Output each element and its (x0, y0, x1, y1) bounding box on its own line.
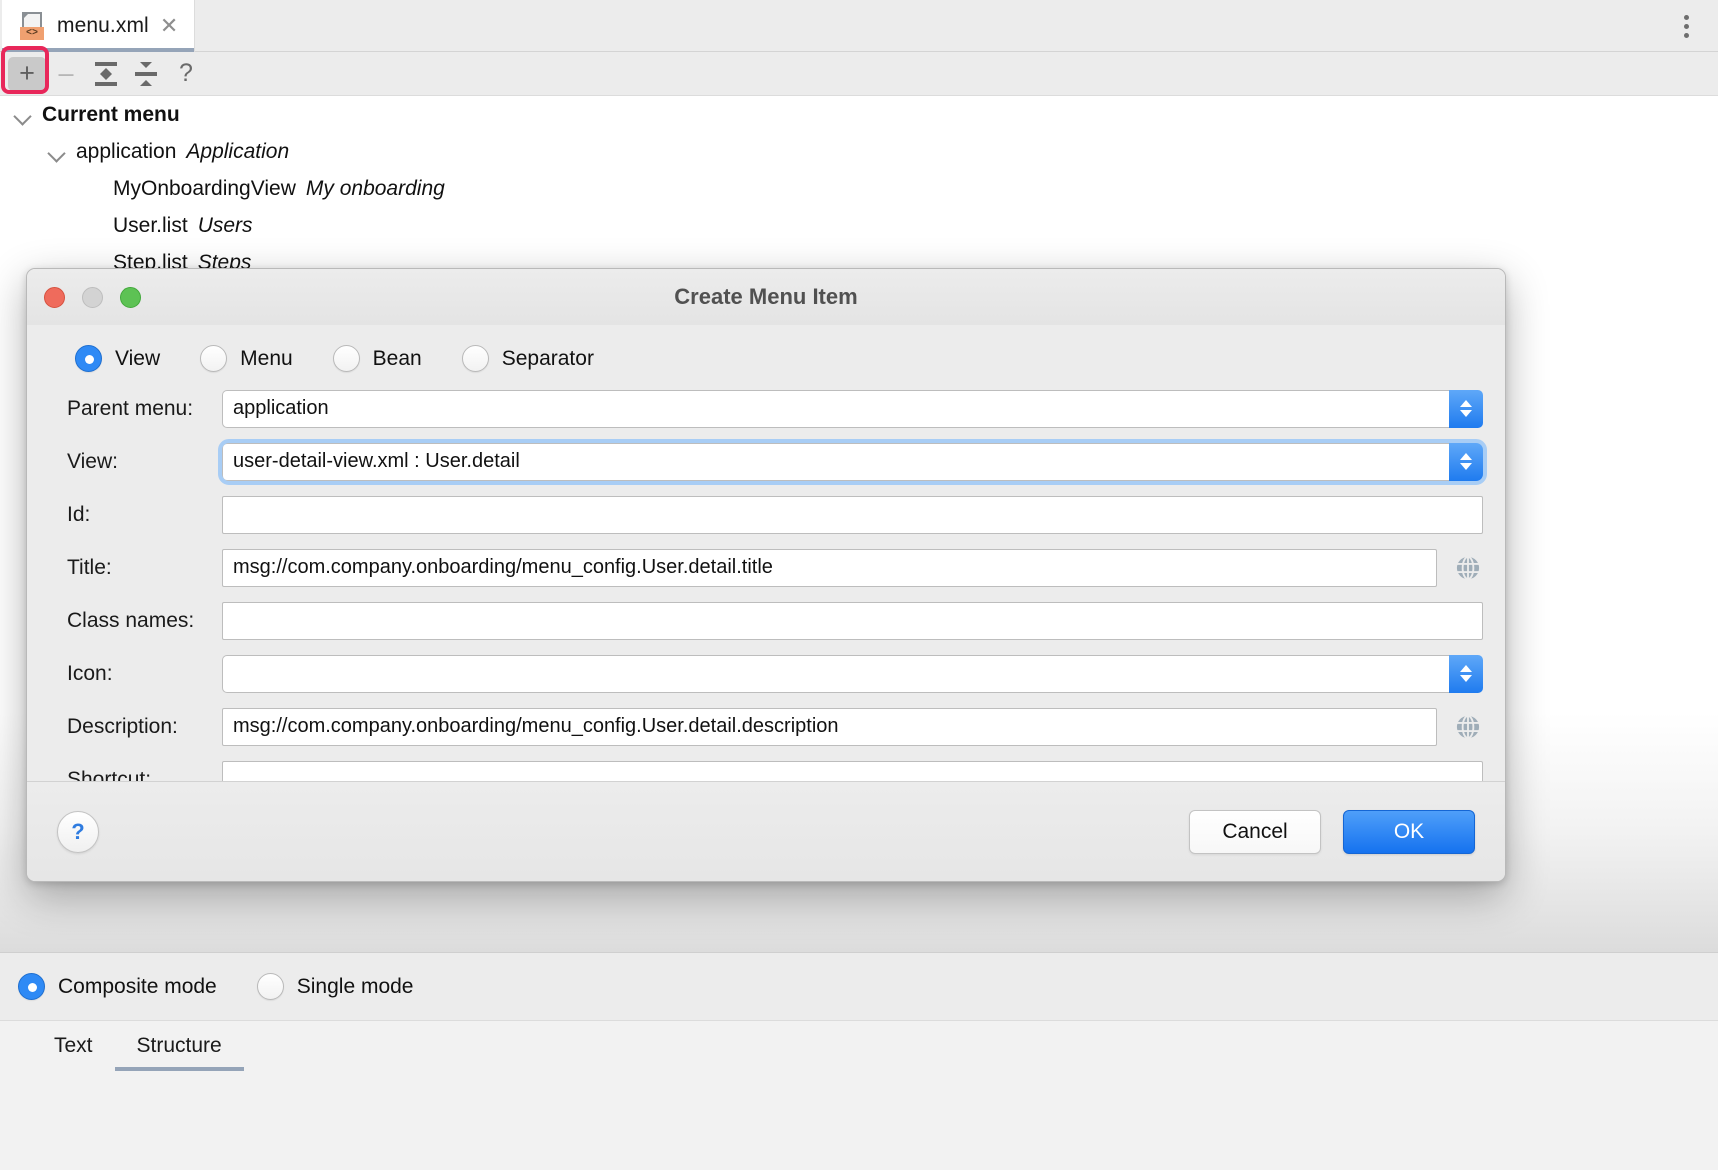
parent-menu-dropdown-stepper[interactable] (1449, 389, 1483, 428)
chevron-up-icon (1460, 400, 1472, 407)
ok-button[interactable]: OK (1343, 809, 1475, 854)
icon-dropdown-stepper[interactable] (1449, 654, 1483, 693)
bottom-tab-bar: Text Structure (0, 1020, 1718, 1170)
add-menu-item-button[interactable]: + (8, 56, 46, 91)
minus-icon: – (58, 58, 74, 88)
radio-option-menu[interactable]: Menu (200, 345, 293, 372)
radio-bean-icon[interactable] (332, 345, 360, 372)
radio-menu-icon[interactable] (200, 345, 228, 372)
radio-option-separator[interactable]: Separator (461, 345, 594, 372)
chevron-down-icon[interactable] (46, 141, 68, 163)
xml-file-icon: <> (20, 12, 46, 40)
chevron-down-icon[interactable] (12, 104, 34, 126)
tree-node-caption: Application (186, 139, 290, 163)
field-row-id: Id: (27, 488, 1505, 541)
radio-option-composite-mode[interactable]: Composite mode (18, 973, 217, 1000)
dialog-footer: ? Cancel OK (27, 781, 1505, 881)
kebab-menu-icon[interactable] (1672, 12, 1700, 40)
radio-composite-mode-icon[interactable] (18, 973, 45, 1000)
editor-tab-label: menu.xml (57, 14, 149, 37)
question-mark-icon: ? (179, 59, 193, 87)
structure-toolbar: + – ? (0, 52, 1718, 96)
globe-icon[interactable] (1453, 712, 1483, 742)
tree-node-label: MyOnboardingView (113, 176, 296, 200)
radio-option-bean[interactable]: Bean (332, 345, 422, 372)
field-row-parent-menu: Parent menu: application (27, 382, 1505, 435)
field-row-view: View: user-detail-view.xml : User.detail (27, 435, 1505, 488)
plus-icon: + (19, 58, 35, 88)
radio-composite-mode-label: Composite mode (58, 974, 217, 998)
expand-all-icon (93, 61, 119, 87)
globe-icon[interactable] (1453, 553, 1483, 583)
dialog-help-button[interactable]: ? (57, 810, 99, 853)
id-label: Id: (67, 502, 91, 526)
radio-option-single-mode[interactable]: Single mode (256, 973, 414, 1000)
expand-all-button[interactable] (86, 55, 126, 93)
tree-node-label: User.list (113, 213, 188, 237)
icon-label: Icon: (67, 661, 113, 685)
title-input[interactable]: msg://com.company.onboarding/menu_config… (222, 548, 1437, 587)
field-row-description: Description: msg://com.company.onboardin… (27, 700, 1505, 753)
class-names-input[interactable] (222, 601, 1483, 640)
parent-menu-input[interactable]: application (222, 389, 1449, 428)
field-row-title: Title: msg://com.company.onboarding/menu… (27, 541, 1505, 594)
radio-single-mode-label: Single mode (296, 974, 414, 998)
dialog-title: Create Menu Item (674, 284, 858, 309)
class-names-label: Class names: (67, 608, 195, 632)
icon-input[interactable] (222, 654, 1449, 693)
radio-option-view[interactable]: View (75, 345, 160, 372)
view-dropdown-stepper[interactable] (1449, 442, 1483, 481)
tree-node-myonboardingview[interactable]: MyOnboardingView My onboarding (0, 170, 1718, 207)
dialog-body: View Menu Bean Separator Parent menu: ap… (27, 325, 1505, 806)
mode-radio-group: Composite mode Single mode (0, 952, 1718, 1020)
tree-node-caption: Users (197, 213, 253, 237)
xml-badge-label: <> (20, 27, 44, 40)
parent-menu-label: Parent menu: (67, 396, 194, 420)
chevron-down-icon (1460, 463, 1472, 470)
tree-node-label: application (76, 139, 177, 163)
radio-separator-label: Separator (501, 346, 594, 370)
editor-tab-strip: <> menu.xml ✕ (0, 0, 1718, 52)
radio-view-icon[interactable] (75, 345, 102, 372)
tree-node-user-list[interactable]: User.list Users (0, 207, 1718, 244)
collapse-all-button[interactable] (126, 55, 166, 93)
field-row-class-names: Class names: (27, 594, 1505, 647)
radio-menu-label: Menu (240, 346, 293, 370)
description-input[interactable]: msg://com.company.onboarding/menu_config… (222, 707, 1437, 746)
radio-view-label: View (115, 346, 161, 370)
toolbar-help-button[interactable]: ? (166, 55, 206, 93)
tree-node-application[interactable]: application Application (0, 133, 1718, 170)
view-input[interactable]: user-detail-view.xml : User.detail (222, 442, 1449, 481)
chevron-up-icon (1460, 665, 1472, 672)
close-icon[interactable]: ✕ (160, 15, 178, 37)
tree-node-caption: My onboarding (305, 176, 445, 200)
dialog-title-bar: Create Menu Item (27, 269, 1505, 325)
cancel-button[interactable]: Cancel (1189, 809, 1321, 854)
tree-node-current-menu[interactable]: Current menu (0, 96, 1718, 133)
remove-menu-item-button[interactable]: – (46, 55, 86, 93)
title-label: Title: (67, 555, 112, 579)
tree-node-label: Current menu (42, 102, 180, 126)
chevron-up-icon (1460, 453, 1472, 460)
collapse-all-icon (133, 61, 159, 87)
field-row-icon: Icon: (27, 647, 1505, 700)
tab-structure[interactable]: Structure (114, 1021, 244, 1071)
chevron-down-icon (1460, 410, 1472, 417)
app-window: <> menu.xml ✕ + – ? Current menu applica… (0, 0, 1718, 1170)
radio-bean-label: Bean (372, 346, 422, 370)
view-label: View: (67, 449, 118, 473)
chevron-down-icon (1460, 675, 1472, 682)
radio-single-mode-icon[interactable] (256, 973, 284, 1000)
id-input[interactable] (222, 495, 1483, 534)
description-label: Description: (67, 714, 178, 738)
item-type-radio-group: View Menu Bean Separator (27, 325, 1505, 382)
radio-separator-icon[interactable] (461, 345, 489, 372)
create-menu-item-dialog: Create Menu Item View Menu Bean Separato… (26, 268, 1506, 882)
editor-tab-menu-xml[interactable]: <> menu.xml ✕ (2, 0, 196, 52)
tab-text[interactable]: Text (32, 1021, 115, 1071)
